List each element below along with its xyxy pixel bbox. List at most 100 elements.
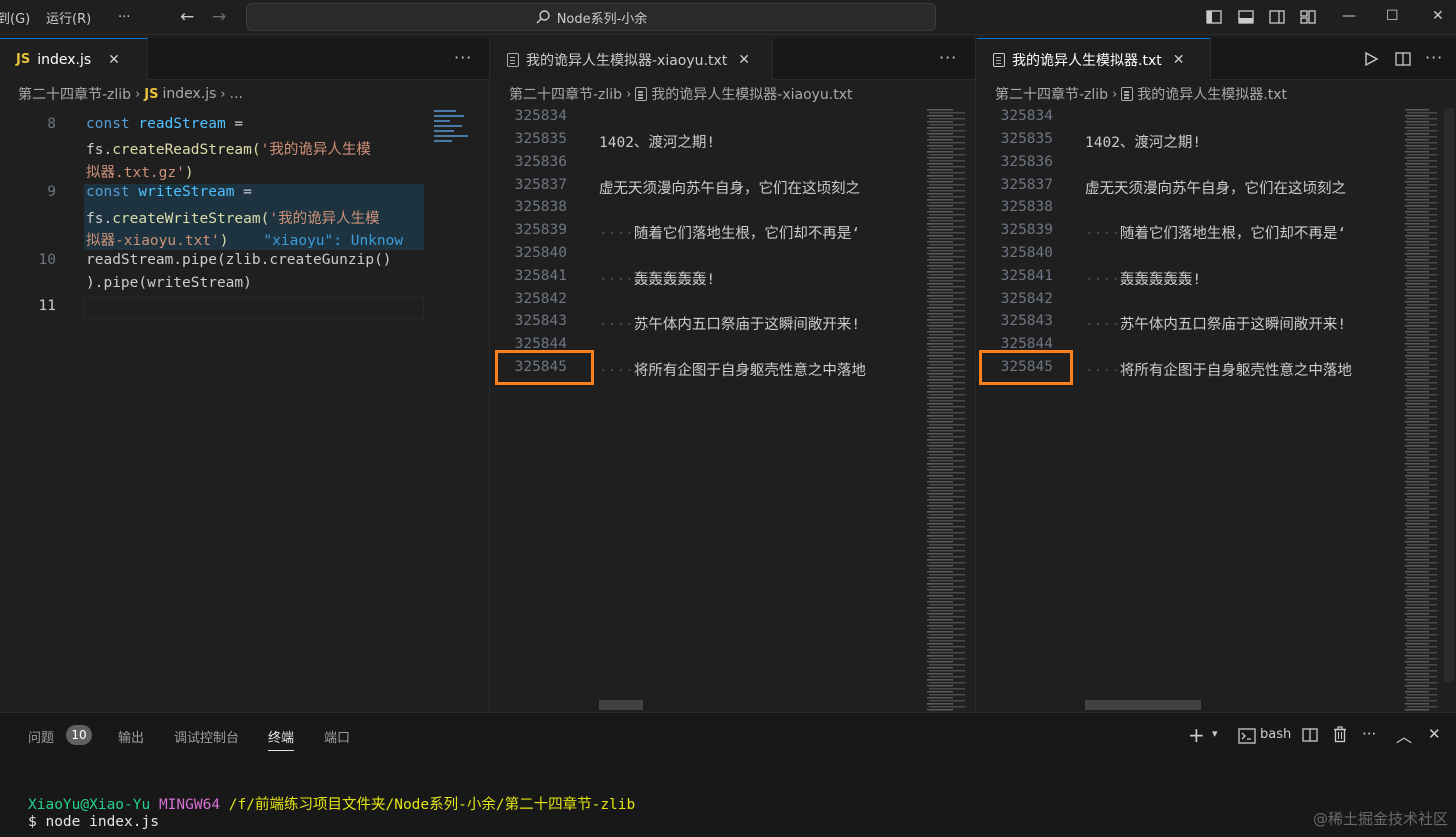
title-bar: 转到(G) 运行(R) ··· ← → Node系列-小余 — ☐ ✕ (0, 0, 1456, 35)
command-center-label: Node系列-小余 (556, 11, 648, 27)
code-line: fs.createReadStream('我的诡异人生模 (86, 142, 371, 158)
tab-bar: 我的诡异人生模拟器-xiaoyu.txt ✕ ··· (491, 38, 975, 80)
text-editor[interactable]: 325834 325835 325836 325837 325838 32583… (977, 108, 1400, 712)
inline-hint: "xiaoyu": Unknow (228, 233, 404, 249)
line-number: 10 (38, 252, 56, 268)
split-editor-icon[interactable] (1395, 51, 1411, 67)
line-number: 325834 (514, 108, 567, 124)
shell-label[interactable]: bash (1260, 727, 1291, 742)
chevron-right-icon: › (626, 86, 632, 102)
menu-more[interactable]: ··· (118, 0, 130, 35)
more-actions-icon[interactable]: ··· (1362, 725, 1376, 743)
minimap-preview (1403, 108, 1443, 712)
scrollbar-track (1444, 108, 1454, 682)
toggle-sidebar-icon[interactable] (1206, 9, 1222, 25)
forward-arrow-icon[interactable]: → (212, 7, 226, 27)
text-line: ····轰轰轰轰轰! (1085, 272, 1202, 288)
line-number: 325839 (1000, 222, 1053, 238)
code-editor[interactable]: 8 const readStream = fs.createReadStream… (0, 108, 430, 708)
line-number: 325843 (1000, 313, 1053, 329)
chevron-right-icon: › (135, 86, 141, 102)
text-editor[interactable]: 325834 325835 325836 325837 325838 32583… (491, 108, 913, 712)
text-line: ····苏午体内五口祭庙于这瞬间敞开来! (1085, 317, 1347, 333)
text-line: ····随着它们落地生根，它们却不再是‘ (1085, 226, 1347, 242)
line-number: 8 (47, 116, 56, 132)
tab-ports[interactable]: 端口 (324, 727, 350, 746)
close-window-button[interactable]: ✕ (1432, 8, 1444, 24)
highlight-box (979, 350, 1073, 385)
tab-index-js[interactable]: JS index.js ✕ (0, 38, 148, 80)
close-icon[interactable]: ✕ (1173, 52, 1185, 68)
watermark: @稀土掘金技术社区 (1312, 810, 1448, 828)
line-number: 9 (47, 184, 56, 200)
tab-original-txt[interactable]: 我的诡异人生模拟器.txt ✕ (977, 38, 1211, 80)
line-number: 325835 (1000, 131, 1053, 147)
tab-bar: JS index.js ✕ ··· (0, 38, 489, 80)
line-number: 325836 (1000, 154, 1053, 170)
tab-debug-console[interactable]: 调试控制台 (174, 727, 239, 746)
terminal-command-line[interactable]: $ node index.js (28, 814, 159, 830)
breadcrumb: 第二十四章节-zlib › JS index.js › ... (0, 80, 489, 108)
line-number: 325842 (514, 291, 567, 307)
breadcrumb-folder[interactable]: 第二十四章节-zlib (995, 84, 1108, 104)
breadcrumb-folder[interactable]: 第二十四章节-zlib (509, 84, 622, 104)
tab-bar: 我的诡异人生模拟器.txt ✕ ··· (977, 38, 1456, 80)
text-line: ····苏午体内五口祭庙于这瞬间敞开来! (599, 317, 861, 333)
trash-icon[interactable] (1332, 726, 1348, 743)
maximize-panel-icon[interactable]: ︿ (1396, 723, 1412, 747)
maximize-button[interactable]: ☐ (1386, 8, 1399, 24)
vertical-scrollbar[interactable] (1442, 108, 1456, 712)
close-icon[interactable]: ✕ (738, 52, 750, 68)
tab-label: 我的诡异人生模拟器-xiaoyu.txt (526, 52, 728, 69)
split-terminal-icon[interactable] (1302, 727, 1318, 743)
horizontal-scrollbar[interactable] (1085, 700, 1201, 710)
command-center-search[interactable]: Node系列-小余 (246, 3, 936, 31)
breadcrumb-file[interactable]: index.js (162, 86, 216, 102)
line-number: 325835 (514, 131, 567, 147)
line-number: 325843 (514, 313, 567, 329)
line-number: 325838 (1000, 199, 1053, 215)
minimize-button[interactable]: — (1342, 8, 1356, 24)
highlight-box (495, 350, 594, 385)
back-arrow-icon[interactable]: ← (180, 7, 194, 27)
close-panel-icon[interactable]: ✕ (1428, 725, 1441, 743)
breadcrumb: 第二十四章节-zlib › 我的诡异人生模拟器-xiaoyu.txt (491, 80, 975, 108)
tab-xiaoyu-txt[interactable]: 我的诡异人生模拟器-xiaoyu.txt ✕ (491, 38, 773, 80)
text-file-icon (635, 87, 648, 101)
customize-layout-icon[interactable] (1300, 9, 1316, 25)
line-number: 325834 (1000, 108, 1053, 124)
minimap[interactable] (432, 108, 478, 712)
run-icon[interactable] (1363, 51, 1379, 67)
tab-problems[interactable]: 问题 (28, 727, 54, 746)
horizontal-scrollbar[interactable] (599, 700, 643, 710)
js-file-icon: JS (16, 52, 31, 67)
menu-goto-label: 转到(G) (0, 12, 31, 27)
minimap[interactable] (925, 108, 971, 712)
tab-terminal[interactable]: 终端 (268, 727, 295, 751)
line-number: 325841 (1000, 268, 1053, 284)
close-icon[interactable]: ✕ (108, 52, 120, 68)
more-actions-icon[interactable]: ··· (1425, 48, 1443, 67)
code-line: const readStream = (86, 116, 244, 132)
menu-goto[interactable]: 转到(G) (0, 0, 46, 35)
more-actions-icon[interactable]: ··· (939, 48, 957, 67)
breadcrumb-more[interactable]: ... (230, 86, 243, 102)
toggle-secondary-sidebar-icon[interactable] (1269, 9, 1285, 25)
breadcrumb-file[interactable]: 我的诡异人生模拟器.txt (1137, 84, 1287, 104)
menu-run[interactable]: 运行(R) (46, 0, 91, 35)
breadcrumb-folder[interactable]: 第二十四章节-zlib (18, 84, 131, 104)
tab-label: index.js (37, 51, 92, 68)
chevron-down-icon[interactable]: ▾ (1212, 727, 1218, 740)
breadcrumb-file[interactable]: 我的诡异人生模拟器-xiaoyu.txt (651, 84, 852, 104)
search-icon (536, 10, 550, 24)
toggle-panel-icon[interactable] (1238, 9, 1254, 25)
add-terminal-icon[interactable]: + (1188, 723, 1205, 747)
line-number: 325842 (1000, 291, 1053, 307)
bottom-panel: 问题 10 输出 调试控制台 终端 端口 + ▾ bash ··· ︿ ✕ Xi… (0, 712, 1456, 837)
minimap-preview (925, 108, 969, 712)
tab-output[interactable]: 输出 (118, 727, 144, 746)
more-actions-icon[interactable]: ··· (454, 48, 472, 67)
code-line: readStream.pipe(zlib.createGunzip() (86, 252, 392, 268)
line-number: 325837 (1000, 177, 1053, 193)
code-line: ).pipe(writeStream) (86, 275, 252, 291)
